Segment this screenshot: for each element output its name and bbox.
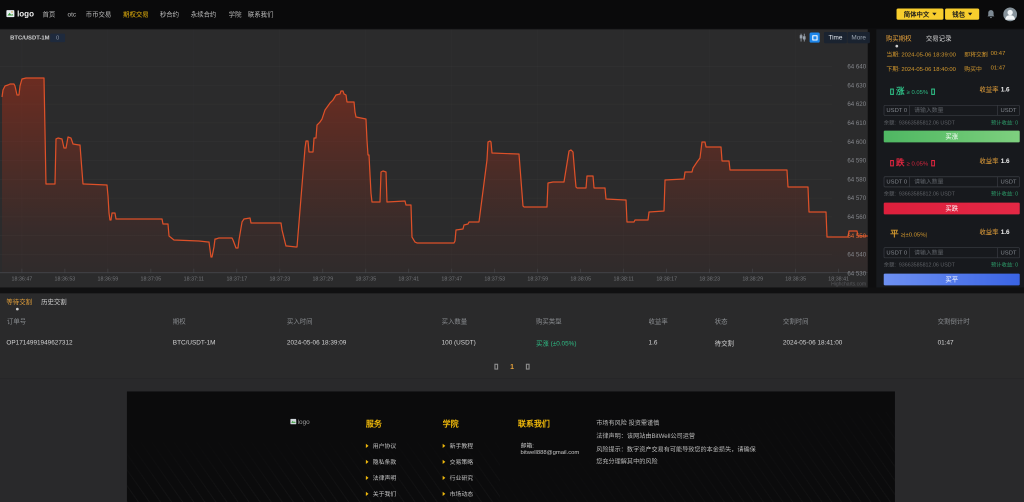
svg-text:18:38:17: 18:38:17 xyxy=(656,277,677,283)
svg-text:18:37:53: 18:37:53 xyxy=(484,277,505,283)
svg-text:18:37:29: 18:37:29 xyxy=(312,277,333,283)
svg-text:64 610: 64 610 xyxy=(847,120,866,127)
svg-text:18:38:23: 18:38:23 xyxy=(699,277,720,283)
svg-text:18:36:47: 18:36:47 xyxy=(12,277,33,283)
svg-text:18:36:53: 18:36:53 xyxy=(55,277,76,283)
svg-text:64 590: 64 590 xyxy=(847,158,866,165)
svg-text:18:38:29: 18:38:29 xyxy=(742,277,763,283)
svg-text:18:38:35: 18:38:35 xyxy=(785,277,806,283)
svg-text:64 580: 64 580 xyxy=(847,176,866,183)
svg-text:64 570: 64 570 xyxy=(847,195,866,202)
svg-text:64 530: 64 530 xyxy=(847,270,866,277)
svg-text:18:38:05: 18:38:05 xyxy=(570,277,591,283)
svg-text:18:37:47: 18:37:47 xyxy=(441,277,462,283)
svg-text:18:37:23: 18:37:23 xyxy=(269,277,290,283)
svg-text:64 630: 64 630 xyxy=(847,82,866,89)
svg-text:64 600: 64 600 xyxy=(847,139,866,146)
svg-text:Highcharts.com: Highcharts.com xyxy=(831,281,866,287)
svg-text:64 640: 64 640 xyxy=(847,64,866,71)
svg-text:64 540: 64 540 xyxy=(847,252,866,259)
svg-text:18:37:05: 18:37:05 xyxy=(141,277,162,283)
svg-text:64 620: 64 620 xyxy=(847,101,866,108)
svg-text:18:37:41: 18:37:41 xyxy=(398,277,419,283)
svg-text:18:38:11: 18:38:11 xyxy=(614,277,634,283)
svg-text:18:37:59: 18:37:59 xyxy=(527,277,548,283)
svg-text:64 560: 64 560 xyxy=(847,214,866,221)
svg-text:18:37:17: 18:37:17 xyxy=(226,277,247,283)
svg-text:18:37:11: 18:37:11 xyxy=(184,277,204,283)
svg-text:18:37:35: 18:37:35 xyxy=(355,277,376,283)
svg-text:64 550: 64 550 xyxy=(847,233,866,240)
svg-text:18:36:59: 18:36:59 xyxy=(98,277,119,283)
